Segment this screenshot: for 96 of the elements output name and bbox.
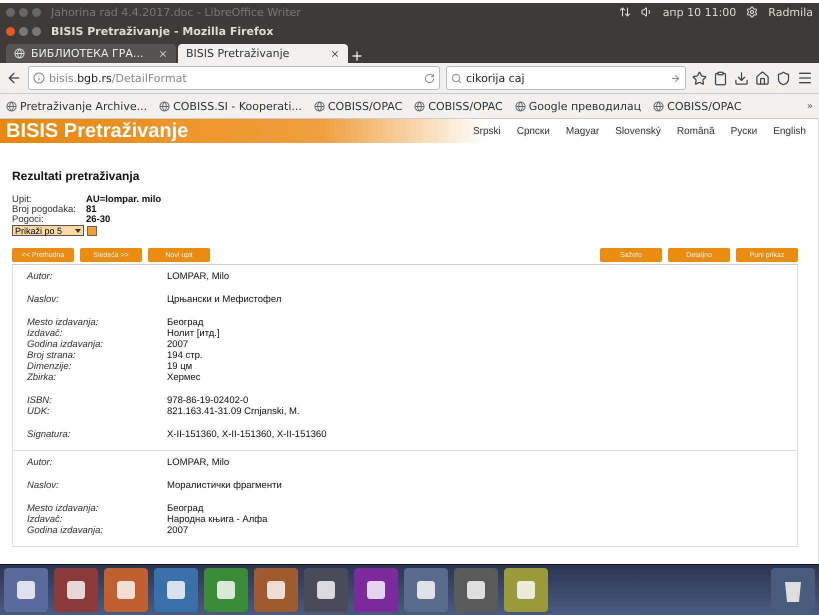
field-label: Naslov: [27,480,60,491]
launcher-icon[interactable] [4,568,48,612]
field-value: 194 стр. [167,350,204,361]
bookmark-link[interactable]: COBISS/OPAC [314,100,402,112]
site-logo: BISIS Pretraživanje [5,120,190,142]
arrow-icon[interactable] [670,72,681,84]
field-value: Нолит [итд.] [167,328,220,339]
field-label: Zbirka: [27,372,58,383]
square-icon[interactable] [87,226,97,236]
launcher-icon[interactable] [304,568,348,612]
clipboard-icon[interactable] [713,70,728,86]
field-value: Црњански и Мефистофел [167,294,282,305]
summary-value: 26-30 [86,215,112,225]
field-label: Broj strana: [27,350,77,361]
clock[interactable]: апр 10 11:00 [662,6,736,18]
language-link[interactable]: Română [676,126,715,136]
field-value: 19 цм [167,361,194,372]
field-value: LOMPAR, Milo [167,457,230,468]
download-icon[interactable] [734,70,749,86]
bookmark-link[interactable]: Pretraživanje Archive... [6,100,148,112]
bookmark-link[interactable]: COBISS.SI - Kooperati... [159,100,302,112]
home-icon[interactable] [755,70,770,86]
dropdown-icon [75,228,81,232]
window-title: Jahorina rad 4.4.2017.doc - LibreOffice Writer [51,6,302,18]
launcher-icon[interactable] [354,568,398,612]
summary-label: Broj pogodaka: [12,205,77,215]
reload-icon[interactable] [424,72,435,84]
field-label: UDK: [27,406,51,417]
summary-label: Pogoci: [12,215,45,225]
field-label: Naslov: [27,294,60,305]
search-icon[interactable] [451,72,462,84]
bookmark-link[interactable]: COBISS/OPAC [414,100,503,112]
browser-tab[interactable]: BISIS Pretraživanje [178,44,348,63]
close-icon[interactable] [158,48,168,58]
field-label: Mesto izdavanja: [27,503,100,514]
launcher-icon[interactable] [54,568,98,612]
field-label: Autor: [27,271,54,282]
page-size-select[interactable]: Prikaži po 5 [12,225,84,236]
launcher-icon[interactable] [454,568,498,612]
tab-label: BISIS Pretraživanje [186,47,290,60]
field-value: 2007 [167,525,190,536]
volume-icon[interactable] [640,6,653,18]
field-label: ISBN: [27,395,53,406]
field-label: Dimenzije: [27,361,72,372]
window-title: BISIS Pretraživanje - Mozilla Firefox [51,24,274,38]
field-value: Моралистички фрагменти [167,480,282,491]
results-heading: Rezultati pretraživanja [12,169,140,183]
field-label: Godina izdavanja: [27,525,104,536]
launcher-icon[interactable] [404,568,448,612]
close-icon[interactable] [330,48,340,58]
more-bookmarks-button[interactable]: » [806,100,813,112]
field-label: Izdavač: [27,514,64,525]
language-link[interactable]: Руски [730,126,758,136]
field-value: Народна књига - Алфа [167,514,268,525]
bookmark-link[interactable]: Google преводилац [514,100,642,112]
language-link[interactable]: Srpski [472,126,501,136]
field-value: 978-86-19-02402-0 [167,395,250,406]
field-label: Autor: [27,457,54,468]
field-label: Godina izdavanja: [27,339,104,350]
launcher-icon[interactable] [204,568,248,612]
field-value: Београд [167,503,204,514]
star-icon[interactable] [692,70,707,86]
search-field[interactable]: cikorija caj [446,66,686,90]
field-value: X-II-151360, X-II-151360, X-II-151360 [167,429,326,440]
language-link[interactable]: English [773,126,806,136]
maximize-icon[interactable] [32,26,41,36]
settings-icon[interactable] [746,6,758,18]
field-value: 2007 [167,339,190,350]
trash-icon[interactable] [771,568,815,612]
language-link[interactable]: Српски [516,126,550,136]
address-field[interactable]: bisis.bgb.rs/DetailFormat [28,66,440,90]
tab-label: БИБЛИОТЕКА ГРА... [31,47,144,60]
field-label: Izdavač: [27,328,64,339]
summary-value: AU=lompar. milo [86,195,162,205]
launcher-icon[interactable] [254,568,298,612]
field-label: Signatura: [27,429,72,440]
back-icon[interactable] [6,70,22,86]
field-value: LOMPAR, Milo [167,271,230,282]
info-icon[interactable] [33,72,45,84]
network-icon[interactable] [618,6,631,18]
summary-label: Upit: [12,195,33,205]
launcher-icon[interactable] [104,568,148,612]
new-tab-icon[interactable] [350,49,364,63]
minimize-icon[interactable] [19,26,28,36]
language-link[interactable]: Magyar [566,126,600,136]
launcher-icon[interactable] [154,568,198,612]
field-label: Mesto izdavanja: [27,317,100,328]
field-value: Београд [167,317,204,328]
browser-tab[interactable]: БИБЛИОТЕКА ГРА... [6,44,176,63]
field-value: Хермес [167,372,202,383]
summary-value: 81 [86,205,98,215]
user-name[interactable]: Radmila [768,6,813,18]
bookmark-link[interactable]: COBISS/OPAC [653,100,742,112]
menu-icon[interactable] [797,70,813,86]
field-value: 821.163.41-31.09 Crnjanski, M. [167,406,300,417]
language-link[interactable]: Slovenský [615,126,661,136]
